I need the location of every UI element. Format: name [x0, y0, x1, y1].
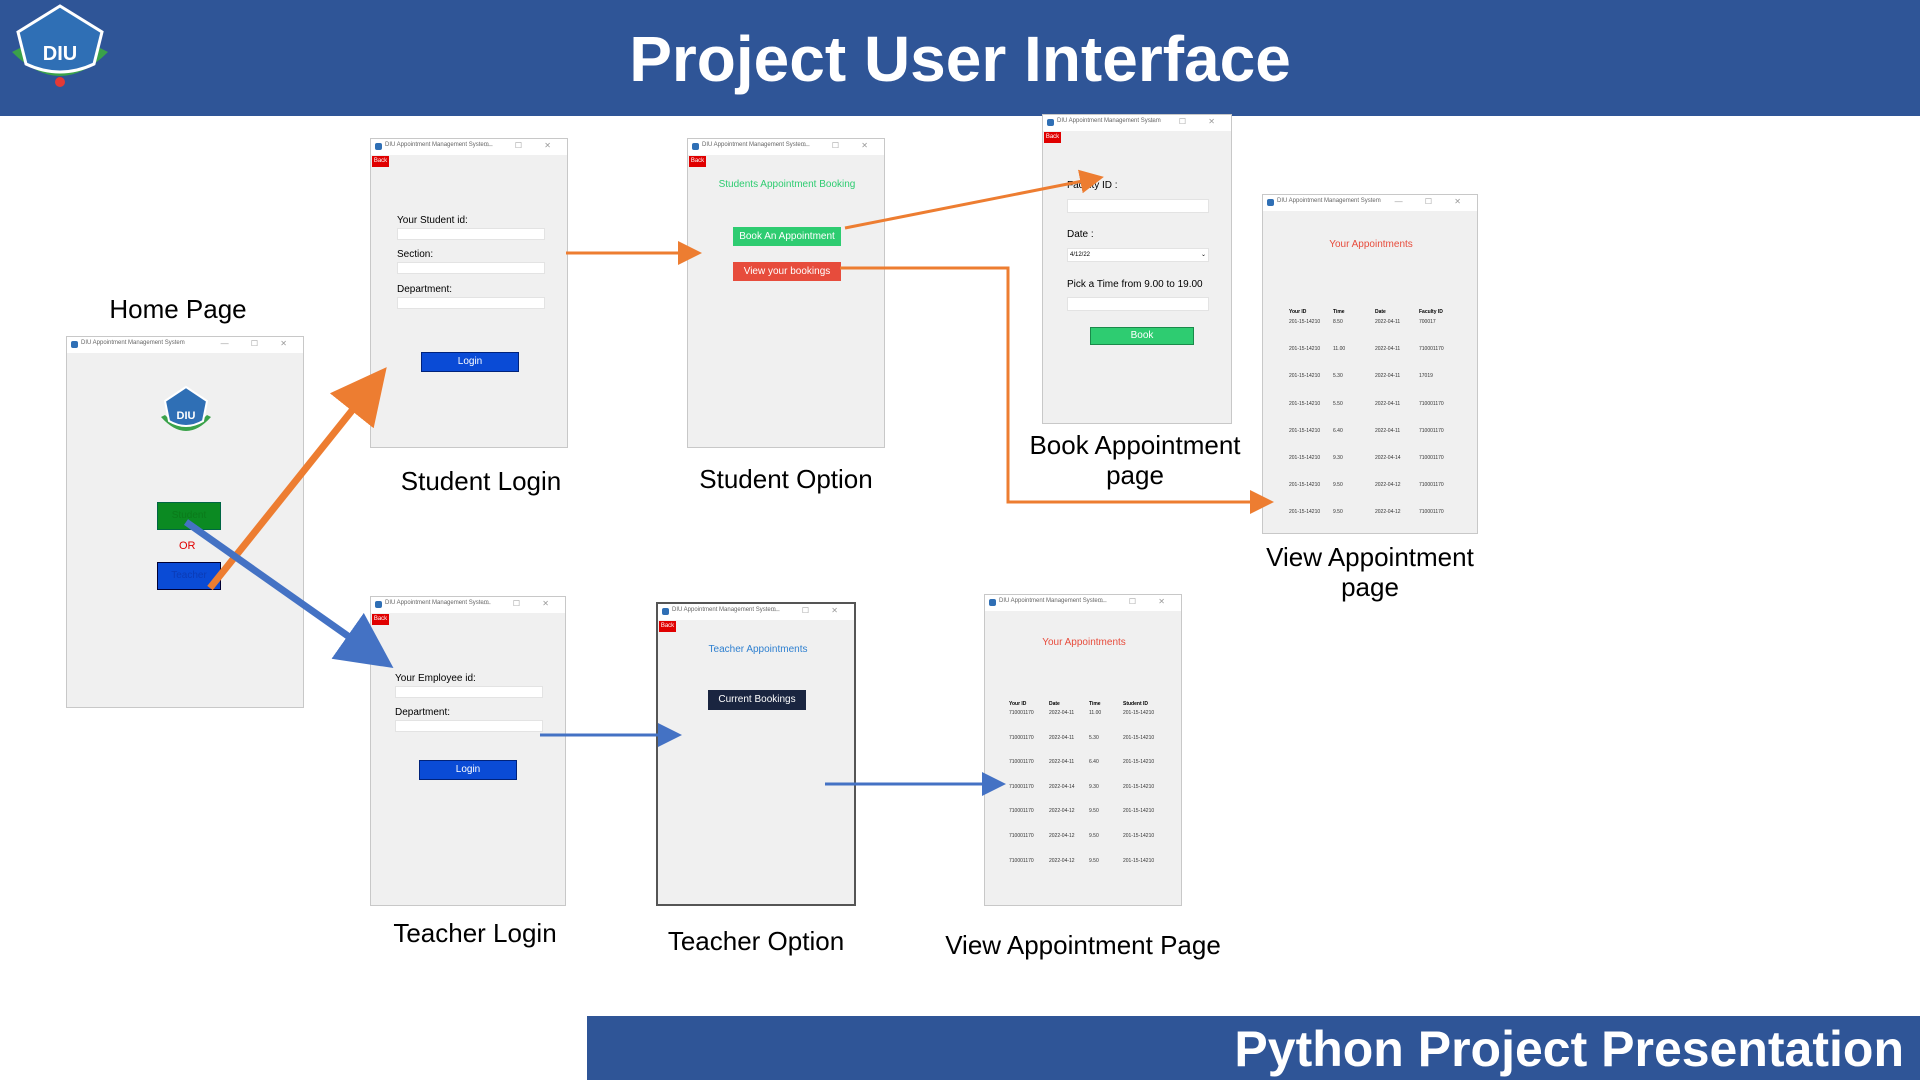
arrow-home-to-teacher-login	[183, 519, 394, 669]
arrow-book-to-book-page	[844, 169, 1104, 230]
footer-bar: Python Project Presentation	[587, 1016, 1920, 1080]
arrow-view-to-appointments	[840, 266, 1274, 514]
flow-arrows	[183, 169, 1274, 796]
presentation-footer-title: Python Project Presentation	[1234, 1021, 1904, 1077]
